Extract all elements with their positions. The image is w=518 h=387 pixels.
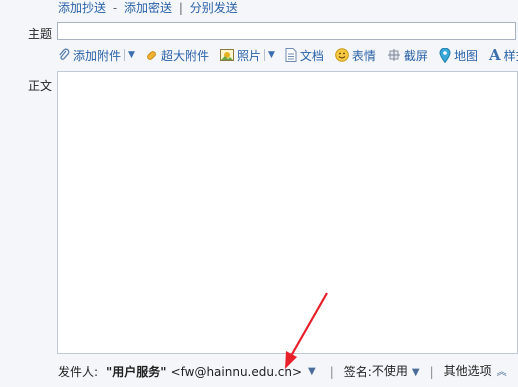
screenshot-button[interactable]: 截屏 [387,47,428,64]
add-attachment-label: 添加附件 [73,48,122,63]
other-options-link[interactable]: 其他选项 ︽ [444,363,507,381]
sender-dropdown-icon[interactable]: ▼ [308,364,316,380]
large-attachment-button[interactable]: 超大附件 [145,47,209,64]
toolbar-divider [124,49,126,61]
separate-send-link[interactable]: 分别发送 [190,1,238,15]
document-label: 文档 [299,48,324,63]
sender-label: 发件人: [58,365,99,379]
sender-name: "用户服务" [106,365,167,379]
chevron-up-icon: ︽ [496,367,507,378]
other-options-label: 其他选项 [443,364,492,378]
emoticon-label: 表情 [351,48,376,63]
document-button[interactable]: 文档 [285,47,324,64]
photo-dropdown-icon[interactable]: ▼ [268,50,275,60]
add-bcc-link[interactable]: 添加密送 [124,1,172,15]
footer-divider: | [329,365,334,379]
link-separator: - [112,1,118,15]
map-button[interactable]: 地图 [439,47,478,64]
signature-select[interactable]: 不使用 ▼ [372,363,420,381]
subject-input[interactable] [57,22,516,40]
compose-footer: 发件人: "用户服务" <fw@hainnu.edu.cn> ▼ | 签名: 不… [58,364,507,380]
signature-dropdown-icon: ▼ [411,367,420,378]
attachment-dropdown-icon[interactable]: ▼ [128,50,135,60]
body-label: 正文 [28,79,53,93]
map-pin-icon [439,47,451,63]
recipient-links: 添加抄送 - 添加密送 | 分别发送 [58,0,238,16]
compose-toolbar: 添加附件 ▼ 超大附件 照片 ▼ 文档 表情 截屏 地图 A 样 [58,46,518,64]
large-attachment-icon [147,50,156,60]
style-button[interactable]: A 样式 ↓ [489,46,518,64]
style-label: 样式 [503,48,518,63]
font-style-icon: A [488,46,501,64]
scissors-icon [387,49,400,61]
document-icon [285,48,297,62]
footer-divider: | [429,365,434,379]
photo-icon [219,49,234,61]
subject-label: 主题 [28,27,53,41]
link-separator: | [178,1,183,15]
smiley-icon [335,48,349,62]
add-attachment-button[interactable]: 添加附件 [58,47,121,64]
sender-email: <fw@hainnu.edu.cn> [170,365,303,379]
body-editor[interactable] [57,71,518,354]
signature-label: 签名: [343,365,372,379]
screenshot-label: 截屏 [403,48,428,63]
photo-button[interactable]: 照片 [219,47,261,64]
map-label: 地图 [453,48,478,63]
photo-label: 照片 [236,48,261,63]
toolbar-divider [263,49,265,61]
add-cc-link[interactable]: 添加抄送 [58,1,106,15]
emoticon-button[interactable]: 表情 [335,47,376,64]
signature-value: 不使用 [371,364,408,378]
paperclip-icon [59,48,70,60]
large-attachment-label: 超大附件 [160,48,209,63]
